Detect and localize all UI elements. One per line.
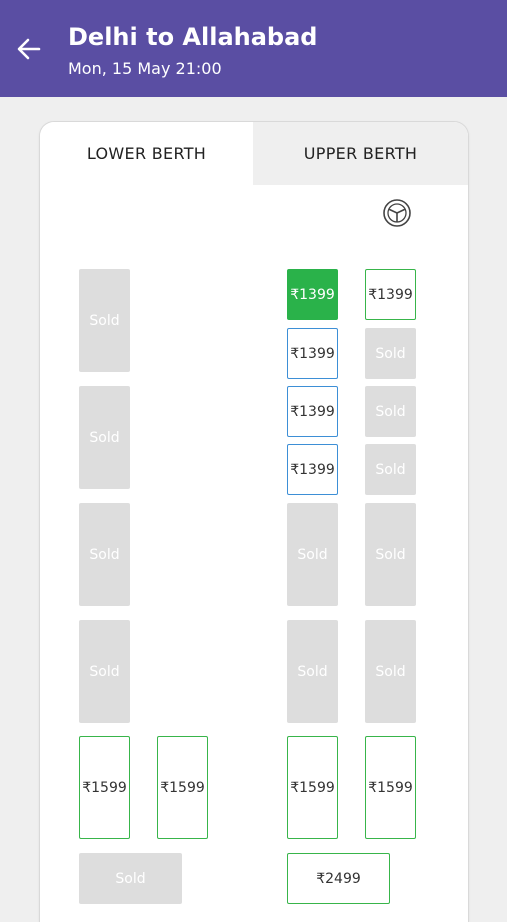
seat-sold: Sold [365,620,416,723]
seat-sold: Sold [365,328,416,379]
seat-available[interactable]: ₹1399 [287,328,338,379]
seat-available[interactable]: ₹1599 [79,736,130,839]
seat-sold: Sold [287,503,338,606]
seat-sold: Sold [365,444,416,495]
back-button[interactable] [10,30,48,68]
seat-available[interactable]: ₹1399 [365,269,416,320]
seat-available[interactable]: ₹1399 [287,444,338,495]
seat-selected[interactable]: ₹1399 [287,269,338,320]
seat-available[interactable]: ₹2499 [287,853,390,904]
app-header: Delhi to Allahabad Mon, 15 May 21:00 [0,0,507,97]
seat-layout-panel: LOWER BERTH UPPER BERTH Sold Sold Sold S… [40,122,468,922]
seat-sold: Sold [365,503,416,606]
steering-wheel-icon [383,199,411,227]
seat-available[interactable]: ₹1599 [365,736,416,839]
seat-sold: Sold [79,620,130,723]
journey-datetime: Mon, 15 May 21:00 [68,59,222,78]
seat-sold: Sold [287,620,338,723]
route-title: Delhi to Allahabad [68,23,318,51]
seat-available[interactable]: ₹1599 [157,736,208,839]
tab-lower-berth[interactable]: LOWER BERTH [40,122,253,185]
seat-sold: Sold [365,386,416,437]
tab-upper-berth[interactable]: UPPER BERTH [253,122,468,185]
back-arrow-icon [17,38,41,60]
seat-available[interactable]: ₹1599 [287,736,338,839]
seat-sold: Sold [79,269,130,372]
seat-sold: Sold [79,503,130,606]
seat-sold: Sold [79,853,182,904]
seat-available[interactable]: ₹1399 [287,386,338,437]
seat-sold: Sold [79,386,130,489]
